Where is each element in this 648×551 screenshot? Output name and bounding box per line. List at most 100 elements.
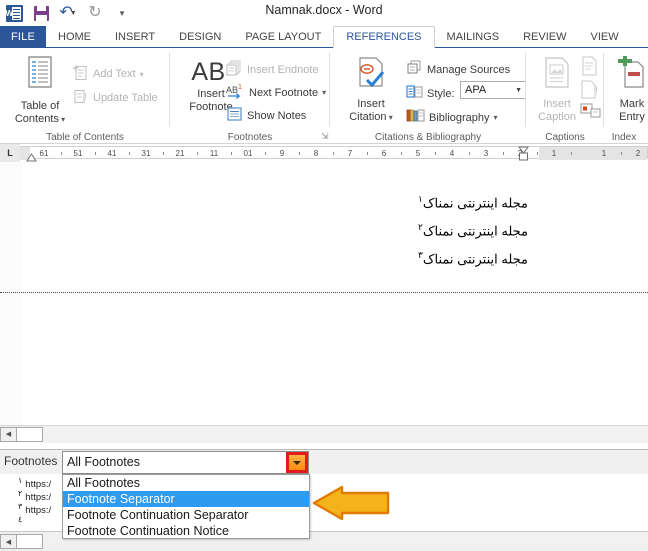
- ruler-label: 41: [107, 149, 117, 158]
- document-horizontal-scrollbar[interactable]: ◀: [0, 425, 648, 443]
- ribbon-group-footnotes: AB1 Insert Footnote Insert Endnote: [170, 48, 330, 144]
- ribbon-group-label-captions: Captions: [545, 132, 585, 143]
- document-paragraph[interactable]: مجله اینترنتی نمناک٢: [418, 222, 528, 239]
- update-table-icon: !: [72, 88, 89, 108]
- scroll-left-arrow-icon[interactable]: ◀: [0, 426, 17, 442]
- chevron-down-icon: [293, 460, 301, 465]
- ruler[interactable]: L 61 51 41 31 21 11 01 9 8 7 6 5 4 3 2 1…: [0, 144, 648, 162]
- bibliography-icon: [406, 108, 425, 127]
- footnote-view-dropdown-button[interactable]: [286, 452, 308, 473]
- tab-mailings[interactable]: MAILINGS: [435, 26, 512, 48]
- table-of-contents-label-line2: Contents: [14, 113, 59, 125]
- insert-caption-label-line1: Insert: [543, 98, 571, 110]
- scrollbar-track[interactable]: [43, 425, 648, 443]
- show-notes-button[interactable]: Show Notes: [226, 106, 306, 125]
- insert-caption-icon: [541, 56, 573, 98]
- update-table-button[interactable]: ! Update Table: [72, 88, 158, 108]
- tab-design[interactable]: DESIGN: [167, 26, 233, 48]
- chevron-down-icon[interactable]: ▾: [140, 70, 144, 79]
- tab-stop-selector[interactable]: L: [0, 144, 20, 162]
- cross-reference-button[interactable]: [580, 102, 602, 125]
- tab-page-layout[interactable]: PAGE LAYOUT: [233, 26, 333, 48]
- ribbon: Table of Contents ▾ Add Text ▾ ! Update …: [0, 48, 648, 144]
- table-of-contents-button[interactable]: Table of Contents ▾: [8, 56, 72, 126]
- footnote-view-value: All Footnotes: [67, 455, 140, 469]
- ruler-label: 01: [243, 149, 253, 158]
- ruler-label: 7: [347, 149, 353, 158]
- dropdown-option-all-footnotes[interactable]: All Footnotes: [63, 475, 309, 491]
- ribbon-group-table-of-contents: Table of Contents ▾ Add Text ▾ ! Update …: [0, 48, 170, 144]
- dropdown-option-footnote-continuation-separator[interactable]: Footnote Continuation Separator: [63, 507, 309, 523]
- insert-citation-label-line1: Insert: [357, 98, 385, 110]
- insert-endnote-button[interactable]: Insert Endnote: [226, 60, 319, 79]
- footnote-number: ٢: [18, 489, 23, 498]
- manage-sources-button[interactable]: Manage Sources: [406, 60, 510, 79]
- next-footnote-button[interactable]: AB 1 Next Footnote ▾: [226, 83, 326, 102]
- scrollbar-thumb[interactable]: [17, 534, 43, 549]
- bibliography-button[interactable]: Bibliography ▾: [406, 108, 498, 127]
- insert-endnote-icon: [226, 60, 243, 79]
- chevron-down-icon[interactable]: ▼: [515, 87, 522, 94]
- mark-entry-icon: [615, 56, 648, 98]
- ruler-track[interactable]: 61 51 41 31 21 11 01 9 8 7 6 5 4 3 2 1 1…: [20, 146, 648, 162]
- footnote-text: https:/: [25, 505, 52, 517]
- paragraph-text: مجله اینترنتی نمناک: [422, 195, 528, 211]
- chevron-down-icon[interactable]: ▾: [387, 113, 393, 122]
- paragraph-text: مجله اینترنتی نمناک: [422, 223, 528, 239]
- bibliography-label: Bibliography: [429, 111, 490, 124]
- ribbon-group-label-citations: Citations & Bibliography: [374, 132, 482, 143]
- show-notes-label: Show Notes: [247, 109, 307, 122]
- ribbon-group-captions: Insert Caption ! Captions: [526, 48, 604, 144]
- dropdown-option-footnote-continuation-notice[interactable]: Footnote Continuation Notice: [63, 523, 309, 539]
- document-paragraph[interactable]: مجله اینترنتی نمناک٣: [418, 250, 528, 267]
- table-of-contents-label-line1: Table of: [20, 100, 60, 112]
- dropdown-option-footnote-separator[interactable]: Footnote Separator: [63, 491, 309, 507]
- footnote-entry[interactable]: ٤: [18, 515, 25, 529]
- footnote-view-dropdown-list[interactable]: All Footnotes Footnote Separator Footnot…: [62, 474, 310, 539]
- mark-entry-label-line2: Entry: [619, 111, 645, 123]
- tab-review[interactable]: REVIEW: [511, 26, 578, 48]
- ruler-label: 11: [209, 149, 219, 158]
- ruler-label: 31: [141, 149, 151, 158]
- add-text-button[interactable]: Add Text ▾: [72, 64, 144, 84]
- document-page[interactable]: مجله اینترنتی نمناک١ مجله اینترنتی نمناک…: [0, 162, 648, 425]
- citation-style-value: APA: [465, 84, 487, 96]
- scrollbar-thumb[interactable]: [17, 426, 43, 442]
- manage-sources-icon: [406, 60, 423, 79]
- insert-citation-icon: [354, 56, 388, 98]
- chevron-down-icon[interactable]: ▾: [322, 88, 326, 97]
- footnote-number: ١: [18, 476, 23, 485]
- title-bar: ↶▼ ↻ ▾ Namnak.docx - Word: [0, 0, 648, 26]
- scroll-left-arrow-icon[interactable]: ◀: [0, 534, 17, 549]
- insert-caption-button[interactable]: Insert Caption: [531, 56, 583, 124]
- ruler-label: 9: [279, 149, 285, 158]
- footnotes-label-text: Footnotes: [4, 454, 58, 468]
- insert-citation-button[interactable]: Insert Citation ▾: [342, 56, 400, 124]
- tab-insert[interactable]: INSERT: [103, 26, 167, 48]
- citation-style-combobox[interactable]: APA ▼: [460, 81, 526, 99]
- tab-view[interactable]: VIEW: [579, 26, 631, 48]
- chevron-down-icon[interactable]: ▾: [59, 115, 65, 124]
- annotation-arrow-icon: [312, 485, 390, 526]
- svg-text:AB: AB: [226, 85, 238, 95]
- footnote-number: ٤: [18, 515, 23, 524]
- ruler-label: 6: [381, 149, 387, 158]
- footnotes-label: Footnotes: [4, 454, 57, 468]
- tab-home[interactable]: HOME: [46, 26, 103, 48]
- mark-entry-label-line1: Mark: [619, 98, 645, 110]
- ribbon-group-label-index: Index: [611, 132, 637, 143]
- footnote-view-combobox[interactable]: All Footnotes: [62, 451, 309, 474]
- update-table-label: Update Table: [93, 92, 158, 104]
- insert-table-of-figures-button[interactable]: [580, 56, 599, 82]
- footnotes-dialog-launcher[interactable]: ⇲: [321, 131, 329, 142]
- chevron-down-icon[interactable]: ▾: [494, 113, 498, 122]
- tab-references[interactable]: REFERENCES: [333, 26, 435, 48]
- tab-file[interactable]: FILE: [0, 26, 46, 48]
- insert-endnote-label: Insert Endnote: [247, 63, 319, 76]
- ruler-label: 61: [39, 149, 49, 158]
- mark-entry-button[interactable]: Mark Entry: [610, 56, 648, 124]
- document-paragraph[interactable]: مجله اینترنتی نمناک١: [418, 194, 528, 211]
- style-label: Style:: [427, 87, 455, 100]
- word-application-window: ↶▼ ↻ ▾ Namnak.docx - Word FILE HOME INSE…: [0, 0, 648, 551]
- ruler-label: 51: [73, 149, 83, 158]
